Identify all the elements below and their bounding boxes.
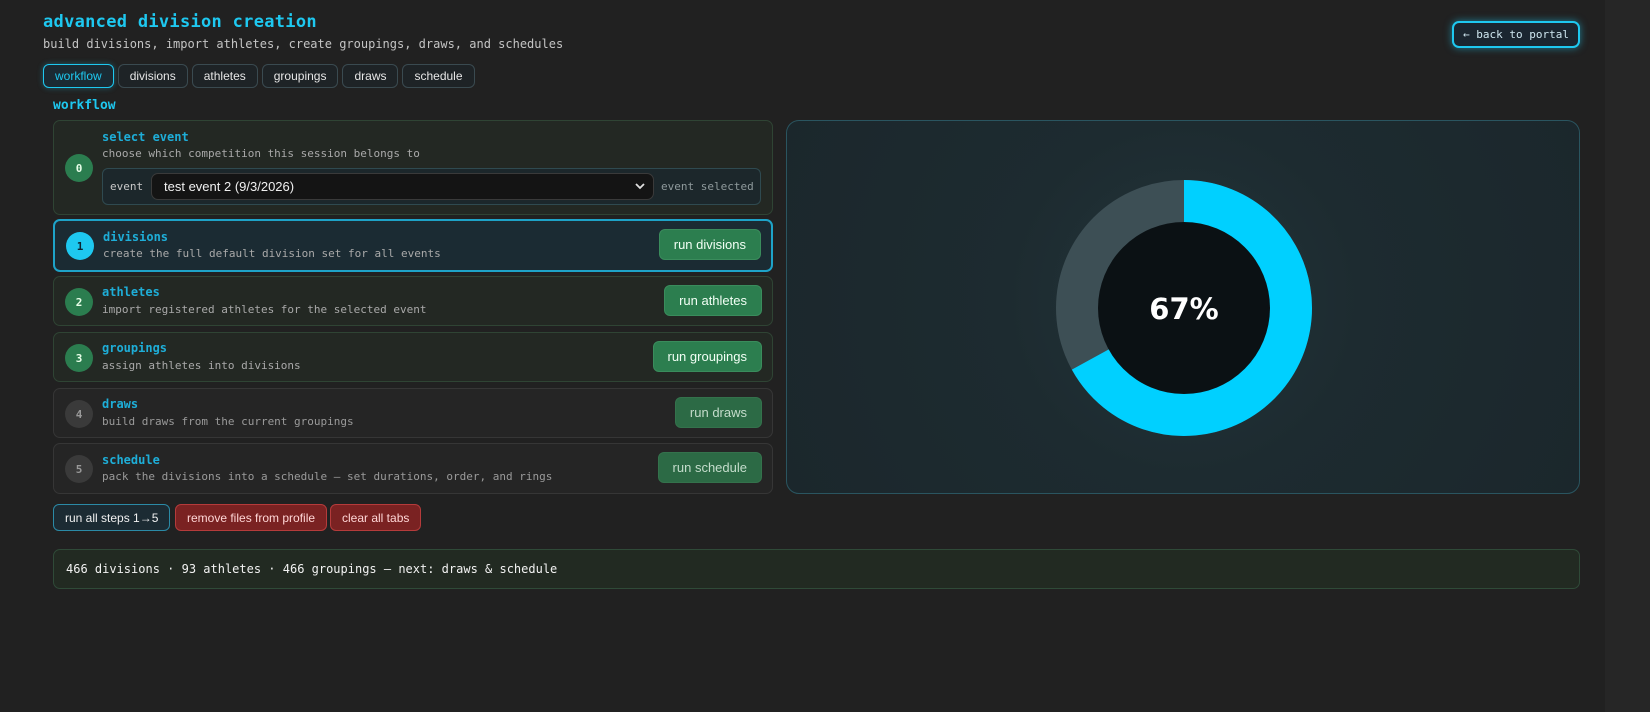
tab-groupings[interactable]: groupings [261, 64, 339, 88]
step-divisions: 1 divisions create the full default divi… [53, 219, 773, 272]
step-number-badge: 4 [65, 400, 93, 428]
run-divisions-button[interactable]: run divisions [658, 229, 761, 260]
tab-divisions[interactable]: divisions [117, 64, 188, 88]
step-athletes: 2 athletes import registered athletes fo… [53, 276, 773, 326]
tab-athletes[interactable]: athletes [191, 64, 258, 88]
step-title: groupings [102, 341, 168, 355]
event-select-dropdown[interactable]: test event 2 (9/3/2026) [151, 173, 654, 200]
remove-files-button[interactable]: remove files from profile [175, 504, 328, 531]
event-status-text: event selected [661, 180, 754, 193]
step-number-badge: 1 [66, 232, 94, 260]
step-title: divisions [103, 230, 169, 244]
event-label: event [110, 180, 144, 193]
page-subtitle: build divisions, import athletes, create… [43, 37, 564, 51]
step-select-event: 0 select event choose which competition … [53, 120, 773, 215]
tab-workflow[interactable]: workflow [43, 64, 114, 88]
run-schedule-button[interactable]: run schedule [657, 452, 762, 483]
chevron-down-icon [635, 183, 645, 190]
step-number-badge: 2 [65, 288, 93, 316]
step-number-badge: 5 [65, 455, 93, 483]
step-number-badge: 0 [65, 154, 93, 182]
step-description: choose which competition this session be… [102, 147, 420, 160]
progress-panel: 67% [786, 120, 1580, 494]
step-description: build draws from the current groupings [102, 415, 354, 428]
clear-all-tabs-button[interactable]: clear all tabs [330, 504, 422, 531]
step-description: create the full default division set for… [103, 247, 441, 260]
event-selector-row: event test event 2 (9/3/2026) event sele… [102, 168, 761, 205]
step-groupings: 3 groupings assign athletes into divisio… [53, 332, 773, 382]
tab-schedule[interactable]: schedule [402, 64, 475, 88]
tab-draws[interactable]: draws [342, 64, 399, 88]
step-schedule: 5 schedule pack the divisions into a sch… [53, 443, 773, 494]
event-select-value: test event 2 (9/3/2026) [164, 179, 295, 194]
step-description: assign athletes into divisions [102, 359, 301, 372]
step-title: select event [102, 130, 189, 144]
tab-bar: workflow divisions athletes groupings dr… [43, 64, 475, 88]
back-to-portal-button[interactable]: ← back to portal [1452, 21, 1580, 48]
step-number-badge: 3 [65, 344, 93, 372]
run-draws-button[interactable]: run draws [674, 397, 762, 428]
page-title: advanced division creation [43, 12, 317, 32]
progress-label: 67% [1149, 292, 1218, 326]
step-title: athletes [102, 285, 160, 299]
step-description: import registered athletes for the selec… [102, 303, 427, 316]
run-groupings-button[interactable]: run groupings [652, 341, 762, 372]
run-athletes-button[interactable]: run athletes [664, 285, 762, 316]
right-gutter [1605, 0, 1650, 712]
step-description: pack the divisions into a schedule — set… [102, 470, 553, 483]
progress-donut: 67% [1056, 180, 1312, 436]
run-all-steps-button[interactable]: run all steps 1→5 [53, 504, 171, 531]
workflow-summary: 466 divisions · 93 athletes · 466 groupi… [53, 549, 1580, 589]
step-title: draws [102, 397, 139, 411]
step-draws: 4 draws build draws from the current gro… [53, 388, 773, 438]
step-title: schedule [102, 453, 160, 467]
workflow-section-title: workflow [53, 98, 116, 113]
